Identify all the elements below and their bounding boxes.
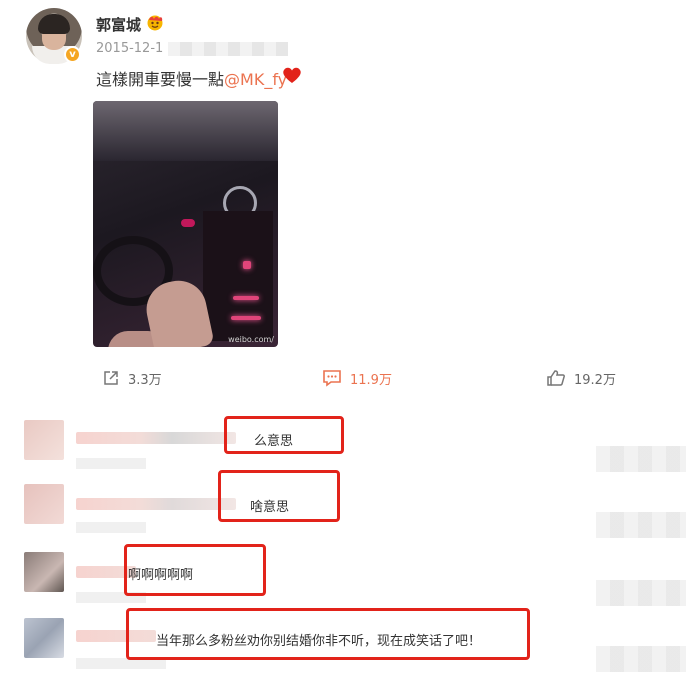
car-window [93,101,278,161]
heart-icon [283,67,301,83]
dash-light [233,296,259,300]
post-actions: 3.3万 11.9万 19.2万 [0,366,700,390]
blurred-actions [596,446,686,472]
username[interactable]: 郭富城 [96,14,141,35]
comment-button[interactable]: 11.9万 [322,366,392,390]
commenter-avatar[interactable] [24,484,64,524]
image-watermark: weibo.com/ [228,335,274,344]
dash-light [243,261,251,269]
highlight-box [224,416,344,454]
commenter-avatar[interactable] [24,552,64,592]
comment-item: 啥意思 [0,470,700,542]
blurred-meta [76,522,146,533]
highlight-box [218,470,340,522]
commenter-avatar[interactable] [24,420,64,460]
avatar-hair [38,14,70,34]
commenter-avatar[interactable] [24,618,64,658]
car-dashboard [203,211,273,341]
post-video-thumbnail[interactable]: weibo.com/ [93,101,278,347]
blurred-username [76,498,236,510]
highlight-box [126,608,530,660]
like-count: 19.2万 [574,372,616,388]
weibo-post: v 郭富城 2015-12-1 這樣開車要慢一點@MK_fy weibo.com… [0,0,700,400]
comment-icon [323,370,341,387]
share-icon [104,371,118,385]
mention-link[interactable]: @MK_fy [224,70,287,89]
nail-polish [181,219,195,227]
dash-light [231,316,261,320]
blurred-source [168,42,288,56]
share-count: 3.3万 [128,372,162,388]
comment-item: 当年那么多粉丝劝你别结婚你非不听，现在成笑话了吧！ [0,600,700,680]
post-text: 這樣開車要慢一點@MK_fy [96,66,287,90]
blurred-actions [596,512,686,538]
verified-icon: v [64,46,81,63]
vip-face-icon [147,15,163,31]
blurred-actions [596,646,686,672]
post-body: 這樣開車要慢一點 [96,70,225,89]
like-button[interactable]: 19.2万 [546,366,616,390]
like-icon [547,370,565,386]
blurred-meta [76,458,146,469]
share-button[interactable]: 3.3万 [102,366,162,390]
highlight-box [124,544,266,596]
comment-count: 11.9万 [350,372,392,388]
blurred-username [76,432,236,444]
post-date: 2015-12-1 [96,41,164,56]
